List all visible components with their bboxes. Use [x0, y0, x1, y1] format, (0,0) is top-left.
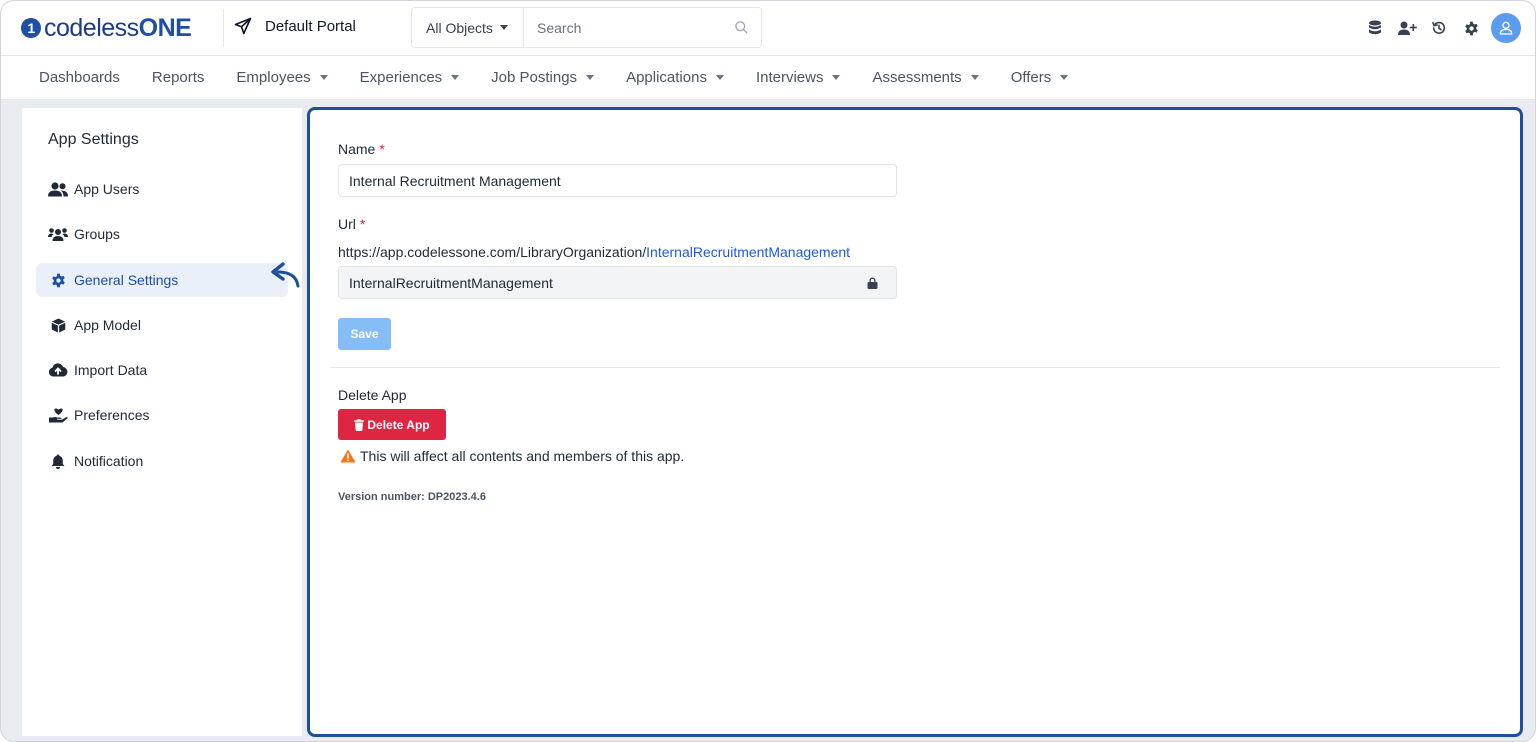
nav-item-label: Assessments	[872, 69, 962, 86]
sidebar-item-label: App Model	[74, 317, 141, 333]
nav-item-job-postings[interactable]: Job Postings	[475, 56, 610, 99]
sidebar-item-label: Groups	[74, 226, 120, 242]
chevron-down-icon	[451, 75, 460, 80]
sidebar-title: App Settings	[48, 131, 139, 148]
main-nav: Dashboards Reports Employees Experiences…	[1, 56, 1535, 100]
nav-item-assessments[interactable]: Assessments	[856, 56, 994, 99]
chevron-down-icon	[319, 75, 328, 80]
nav-item-dashboards[interactable]: Dashboards	[23, 56, 136, 99]
delete-warning-text: This will affect all contents and member…	[360, 448, 685, 464]
nav-item-offers[interactable]: Offers	[995, 56, 1085, 99]
name-field-value: Internal Recruitment Management	[349, 172, 561, 189]
sidebar-item-notification[interactable]: Notification	[36, 444, 288, 478]
nav-item-label: Offers	[1010, 69, 1052, 86]
required-mark: *	[359, 216, 366, 232]
sidebar-item-label: App Users	[74, 181, 140, 197]
url-field: InternalRecruitmentManagement	[338, 266, 897, 299]
required-mark: *	[379, 141, 385, 157]
search-scope-select[interactable]: All Objects	[412, 8, 524, 47]
sidebar-item-preferences[interactable]: Preferences	[36, 398, 288, 432]
nav-item-label: Dashboards	[39, 69, 120, 86]
portal-switcher[interactable]: Default Portal	[234, 17, 356, 35]
nav-item-experiences[interactable]: Experiences	[344, 56, 476, 99]
hand-heart-icon	[48, 407, 68, 423]
nav-item-applications[interactable]: Applications	[610, 56, 740, 99]
delete-app-section-label: Delete App	[338, 387, 407, 403]
search-scope-label: All Objects	[426, 19, 493, 36]
url-base: https://app.codelessone.com/LibraryOrgan…	[338, 244, 647, 260]
pointer-arrow-icon	[271, 262, 300, 288]
lock-icon	[867, 277, 878, 289]
database-icon[interactable]	[1359, 13, 1391, 43]
search-box: All Objects	[411, 7, 762, 48]
chevron-down-icon	[832, 75, 841, 80]
name-field[interactable]: Internal Recruitment Management	[338, 164, 897, 197]
portal-name: Default Portal	[265, 17, 356, 35]
chevron-down-icon	[970, 75, 979, 80]
group-icon	[48, 226, 68, 242]
version-number: Version number: DP2023.4.6	[338, 491, 486, 503]
nav-item-label: Interviews	[755, 69, 824, 86]
delete-app-button-label: Delete App	[367, 417, 430, 432]
nav-item-label: Job Postings	[491, 69, 578, 86]
search-input[interactable]	[524, 8, 761, 47]
section-divider	[330, 367, 1500, 368]
url-slug-link[interactable]: InternalRecruitmentManagement	[646, 244, 850, 260]
name-label: Name *	[338, 141, 385, 157]
nav-item-label: Reports	[151, 69, 205, 86]
sidebar-item-general-settings[interactable]: General Settings	[36, 263, 288, 297]
bell-icon	[48, 453, 68, 469]
sidebar-item-app-users[interactable]: App Users	[36, 172, 288, 206]
nav-item-reports[interactable]: Reports	[136, 56, 221, 99]
chevron-down-icon	[715, 75, 724, 80]
add-user-icon[interactable]	[1391, 13, 1423, 43]
history-icon[interactable]	[1423, 13, 1455, 43]
users-icon	[48, 181, 68, 197]
settings-sidebar: App Settings App Users Groups General Se…	[22, 108, 302, 736]
url-label-text: Url	[338, 216, 356, 232]
user-avatar-icon[interactable]	[1491, 13, 1521, 43]
logo-one: ONE	[138, 13, 192, 42]
header-actions	[1359, 13, 1521, 43]
sidebar-item-label: Import Data	[74, 362, 148, 378]
logo-mark: 1	[21, 18, 41, 38]
cube-icon	[48, 317, 68, 333]
gear-icon[interactable]	[1455, 13, 1487, 43]
url-field-value: InternalRecruitmentManagement	[349, 274, 553, 291]
chevron-down-icon	[1060, 75, 1069, 80]
delete-app-button[interactable]: Delete App	[338, 409, 446, 440]
sidebar-item-label: Notification	[74, 453, 144, 469]
delete-warning: This will affect all contents and member…	[340, 448, 684, 464]
save-button[interactable]: Save	[338, 318, 391, 350]
top-bar: 1 codeless ONE Default Portal All Object…	[1, 1, 1535, 56]
divider	[223, 9, 224, 47]
cloud-upload-icon	[48, 362, 68, 378]
general-settings-panel: Name * Internal Recruitment Management Ur…	[307, 107, 1523, 737]
sidebar-item-groups[interactable]: Groups	[36, 217, 288, 251]
sidebar-item-import-data[interactable]: Import Data	[36, 353, 288, 387]
nav-item-label: Applications	[626, 69, 707, 86]
nav-item-employees[interactable]: Employees	[220, 56, 343, 99]
chevron-down-icon	[499, 25, 508, 30]
app-window: 1 codeless ONE Default Portal All Object…	[0, 0, 1536, 742]
warning-icon	[340, 449, 356, 463]
nav-item-label: Experiences	[359, 69, 443, 86]
sidebar-item-label: General Settings	[74, 272, 179, 288]
nav-item-interviews[interactable]: Interviews	[740, 56, 857, 99]
paper-plane-icon	[234, 17, 252, 35]
sidebar-item-label: Preferences	[74, 407, 150, 423]
sidebar-item-app-model[interactable]: App Model	[36, 308, 288, 342]
url-preview: https://app.codelessone.com/LibraryOrgan…	[338, 244, 850, 260]
search-icon[interactable]	[734, 20, 749, 35]
logo-text: codeless	[44, 13, 139, 42]
logo[interactable]: 1 codeless ONE	[21, 13, 192, 43]
chevron-down-icon	[586, 75, 595, 80]
nav-item-label: Employees	[236, 69, 311, 86]
url-label: Url *	[338, 216, 365, 232]
name-label-text: Name	[338, 141, 376, 157]
gear-icon	[48, 272, 68, 288]
trash-icon	[354, 418, 365, 431]
